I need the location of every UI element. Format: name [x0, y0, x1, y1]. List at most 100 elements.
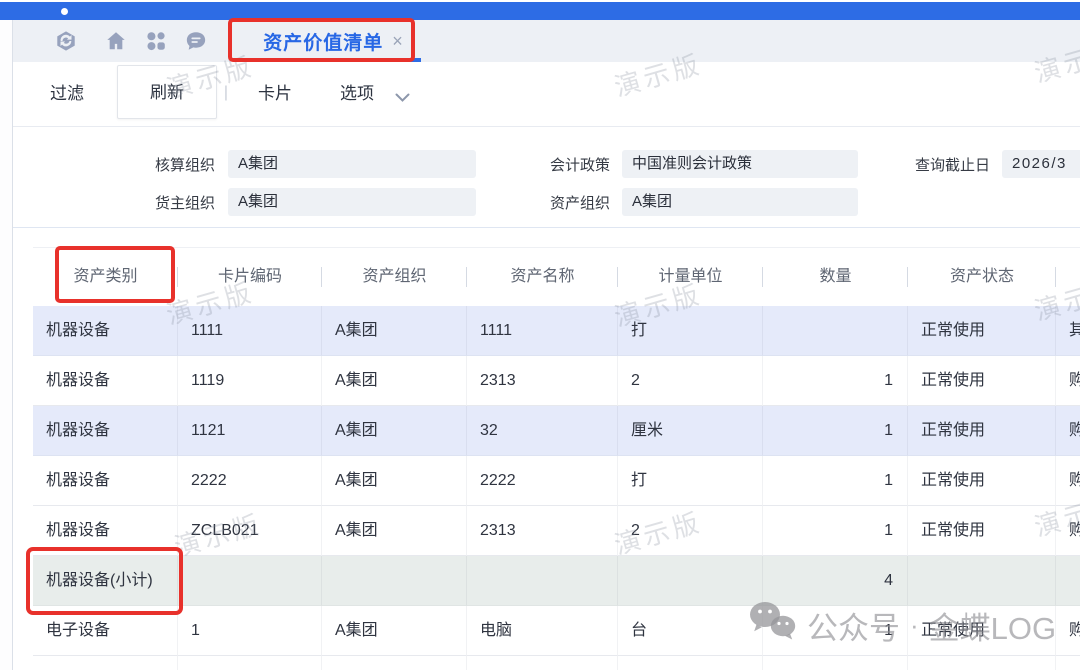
cell-asset-name[interactable]: 2313 [467, 356, 618, 406]
cell-partial[interactable] [1056, 556, 1080, 606]
cell-asset-name[interactable]: 2313 [467, 506, 618, 556]
top-title-bar [0, 2, 1080, 20]
cell-quantity[interactable]: 1 [763, 606, 908, 656]
cell-partial[interactable]: 购 [1056, 506, 1080, 556]
title-bar-dot [61, 8, 68, 15]
asset-org-label: 资产组织 [515, 190, 610, 218]
column-header-asset-status[interactable]: 资产状态 [908, 248, 1056, 306]
column-header-unit[interactable]: 计量单位 [618, 248, 763, 306]
cell-card-code[interactable] [178, 556, 322, 606]
cell-asset-org[interactable]: A集团 [322, 456, 467, 506]
table-row[interactable]: 机器设备 ZCLB021 A集团 2313 2 1 正常使用 购 [33, 506, 1080, 556]
table-row[interactable]: 机器设备 2222 A集团 2222 打 1 正常使用 购 [33, 456, 1080, 506]
cell-asset-status[interactable]: 正常使用 [908, 606, 1056, 656]
column-header-asset-category[interactable]: 资产类别 [33, 248, 178, 306]
cell-unit[interactable]: 打 [618, 456, 763, 506]
column-header-partial[interactable] [1056, 248, 1080, 306]
cell-card-code[interactable]: 1111 [178, 306, 322, 356]
toolbar-separator: | [216, 62, 236, 126]
form-table-divider [13, 227, 1080, 228]
cell-unit[interactable]: 台 [618, 606, 763, 656]
toolbar: 过滤 刷新 | 卡片 选项 [13, 62, 1080, 127]
table-row[interactable]: 机器设备 1119 A集团 2313 2 1 正常使用 购 [33, 356, 1080, 406]
subtotal-cell[interactable]: 机器设备(小计) [33, 556, 178, 606]
column-header-asset-org[interactable]: 资产组织 [322, 248, 467, 306]
cell-asset-status[interactable]: 正常使用 [908, 306, 1056, 356]
query-cutoff-date-input[interactable]: 2026/3 [1002, 150, 1080, 178]
message-icon[interactable] [185, 30, 207, 52]
column-header-quantity[interactable]: 数量 [763, 248, 908, 306]
table-header-row: 资产类别 卡片编码 资产组织 资产名称 计量单位 数量 资产状态 [33, 248, 1080, 306]
table-row[interactable]: 电子设备 1 A集团 电脑 台 1 正常使用 购 [33, 606, 1080, 656]
card-button[interactable]: 卡片 [239, 62, 311, 126]
cell-card-code[interactable]: ZCLB021 [178, 506, 322, 556]
cell-asset-org[interactable] [322, 556, 467, 606]
sync-icon[interactable] [55, 30, 77, 52]
cell-asset-org[interactable]: A集团 [322, 406, 467, 456]
cell-unit[interactable]: 厘米 [618, 406, 763, 456]
cell-asset-org[interactable]: A集团 [322, 506, 467, 556]
asset-org-input[interactable]: A集团 [622, 188, 858, 216]
refresh-button[interactable]: 刷新 [117, 65, 217, 119]
query-cutoff-date-label: 查询截止日 [880, 152, 990, 180]
tab-bar: 资产价值清单 × [13, 20, 1080, 62]
left-gutter [0, 20, 13, 670]
app-window: 资产价值清单 × 过滤 刷新 | 卡片 选项 核算组织 A集团 货主组织 A集团… [0, 0, 1080, 670]
cell-asset-name[interactable]: 2222 [467, 456, 618, 506]
tab-close-icon[interactable]: × [392, 32, 403, 50]
cell-unit[interactable]: 2 [618, 506, 763, 556]
subtotal-quantity[interactable]: 4 [763, 556, 908, 606]
cell-partial[interactable]: 购 [1056, 406, 1080, 456]
cell-asset-name[interactable] [467, 556, 618, 606]
cell-asset-name[interactable]: 电脑 [467, 606, 618, 656]
cell-quantity[interactable] [763, 306, 908, 356]
cell-asset-status[interactable] [908, 556, 1056, 606]
cell-asset-category[interactable]: 机器设备 [33, 306, 178, 356]
accounting-policy-input[interactable]: 中国准则会计政策 [622, 150, 858, 178]
cell-asset-org[interactable]: A集团 [322, 306, 467, 356]
cell-unit[interactable]: 打 [618, 306, 763, 356]
cell-partial[interactable]: 购 [1056, 606, 1080, 656]
cell-partial[interactable]: 购 [1056, 356, 1080, 406]
cell-partial[interactable]: 购 [1056, 456, 1080, 506]
apps-icon[interactable] [145, 30, 167, 52]
filter-button[interactable]: 过滤 [31, 62, 103, 126]
cell-asset-status[interactable]: 正常使用 [908, 356, 1056, 406]
cell-asset-status[interactable]: 正常使用 [908, 406, 1056, 456]
column-header-card-code[interactable]: 卡片编码 [178, 248, 322, 306]
cell-asset-category[interactable]: 机器设备 [33, 456, 178, 506]
cell-card-code[interactable]: 1121 [178, 406, 322, 456]
cell-asset-status[interactable]: 正常使用 [908, 506, 1056, 556]
cell-unit[interactable] [618, 556, 763, 606]
cell-asset-category[interactable]: 机器设备 [33, 406, 178, 456]
cell-card-code[interactable]: 2222 [178, 456, 322, 506]
cell-card-code[interactable]: 1119 [178, 356, 322, 406]
cell-quantity[interactable]: 1 [763, 506, 908, 556]
cell-partial[interactable]: 其 [1056, 306, 1080, 356]
cell-card-code[interactable]: 1 [178, 606, 322, 656]
options-button[interactable]: 选项 [321, 62, 393, 126]
column-header-asset-name[interactable]: 资产名称 [467, 248, 618, 306]
cell-asset-name[interactable]: 1111 [467, 306, 618, 356]
cell-quantity[interactable]: 1 [763, 456, 908, 506]
owner-org-label: 货主组织 [120, 190, 215, 218]
table-row[interactable]: 机器设备 1111 A集团 1111 打 正常使用 其 [33, 306, 1080, 356]
owner-org-input[interactable]: A集团 [228, 188, 476, 216]
cell-unit[interactable]: 2 [618, 356, 763, 406]
cell-quantity[interactable]: 1 [763, 406, 908, 456]
cell-asset-org[interactable]: A集团 [322, 606, 467, 656]
cell-asset-category[interactable]: 电子设备 [33, 606, 178, 656]
cell-asset-org[interactable]: A集团 [322, 356, 467, 406]
home-icon[interactable] [105, 30, 127, 52]
cell-asset-category[interactable]: 机器设备 [33, 356, 178, 406]
cell-asset-name[interactable]: 32 [467, 406, 618, 456]
cell-asset-status[interactable]: 正常使用 [908, 456, 1056, 506]
chevron-down-icon[interactable] [395, 90, 410, 108]
accounting-org-input[interactable]: A集团 [228, 150, 476, 178]
tab-asset-value-list[interactable]: 资产价值清单 × [243, 20, 423, 62]
subtotal-row[interactable]: 机器设备(小计) 4 [33, 556, 1080, 606]
cell-asset-category[interactable]: 机器设备 [33, 506, 178, 556]
cell-quantity[interactable]: 1 [763, 356, 908, 406]
table-row[interactable]: 机器设备 1121 A集团 32 厘米 1 正常使用 购 [33, 406, 1080, 456]
tab-label: 资产价值清单 [263, 28, 383, 55]
